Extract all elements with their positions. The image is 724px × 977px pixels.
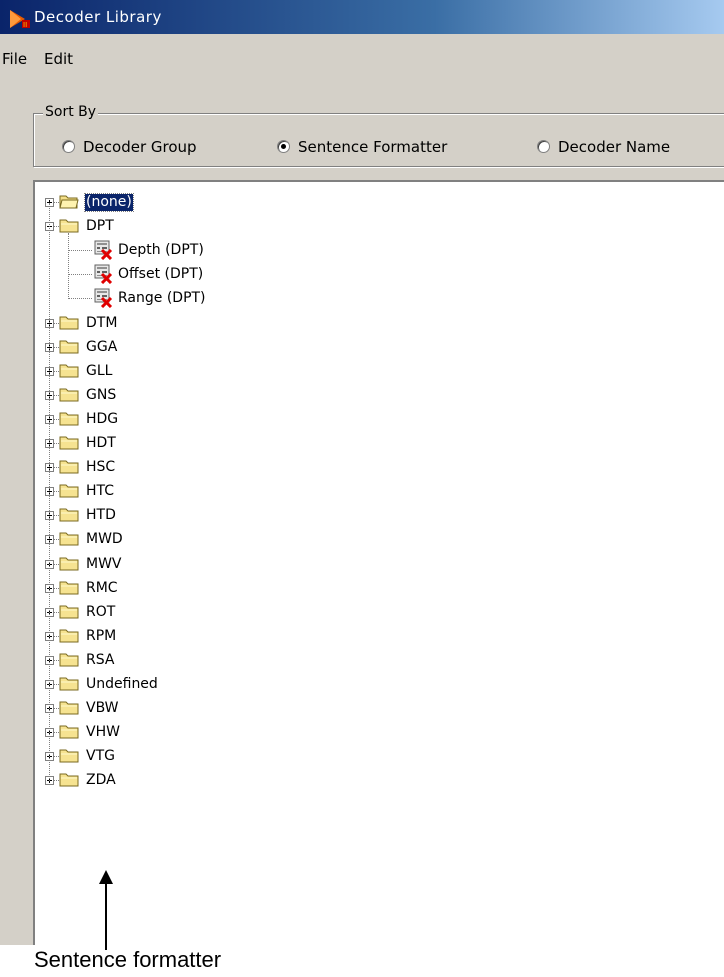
tree-item-label: Undefined: [86, 676, 158, 692]
folder-icon: [59, 581, 79, 595]
tree-item-label: HTC: [86, 483, 115, 499]
tree-item-label: VBW: [86, 700, 119, 716]
tree-item-label: MWD: [86, 531, 123, 547]
tree-folder-item[interactable]: HSC: [35, 456, 724, 480]
tree-folder-item[interactable]: RSA: [35, 649, 724, 673]
tree-item-label: GNS: [86, 387, 117, 403]
menu-edit[interactable]: Edit: [42, 50, 75, 68]
folder-icon: [59, 412, 79, 426]
tree-item-label: HTD: [86, 507, 116, 523]
tree-folder-item[interactable]: GLL: [35, 360, 724, 384]
tree-connector: [68, 274, 92, 275]
tree-item-label: ROT: [86, 604, 116, 620]
tree-decoder-item[interactable]: Depth (DPT): [35, 239, 724, 263]
folder-icon: [59, 436, 79, 450]
folder-icon: [59, 677, 79, 691]
tree-item-label: (none): [84, 193, 134, 212]
decoder-error-icon: [94, 288, 113, 308]
tree-decoder-item[interactable]: Offset (DPT): [35, 263, 724, 287]
folder-icon: [59, 725, 79, 739]
tree-item-label: HDG: [86, 411, 119, 427]
tree-folder-item[interactable]: Undefined: [35, 673, 724, 697]
sort-by-legend: Sort By: [43, 104, 99, 121]
tree-item-label: ZDA: [86, 772, 116, 788]
radio-sentence-formatter-label: Sentence Formatter: [298, 138, 448, 156]
title-bar[interactable]: II Decoder Library: [0, 0, 724, 34]
tree-connector: [68, 298, 92, 299]
tree-folder-item[interactable]: VHW: [35, 721, 724, 745]
tree-root-connector: [49, 203, 50, 781]
tree-folder-item[interactable]: MWD: [35, 528, 724, 552]
tree-item-label: DPT: [86, 218, 114, 234]
tree-item-label: VHW: [86, 724, 120, 740]
decoder-error-icon: [94, 240, 113, 260]
tree-item-label: RPM: [86, 628, 117, 644]
tree-folder-item[interactable]: HDG: [35, 408, 724, 432]
folder-icon: [59, 629, 79, 643]
radio-circle: [62, 140, 75, 153]
tree-folder-item[interactable]: ZDA: [35, 769, 724, 793]
tree-item-label: Offset (DPT): [118, 266, 204, 282]
folder-icon: [59, 460, 79, 474]
tree-folder-item[interactable]: MWV: [35, 553, 724, 577]
folder-icon: [59, 508, 79, 522]
folder-icon: [59, 532, 79, 546]
tree-folder-item[interactable]: DTM: [35, 312, 724, 336]
tree-item-label: RMC: [86, 580, 118, 596]
radio-circle: [277, 140, 290, 153]
folder-icon: [59, 749, 79, 763]
tree-item-label: HDT: [86, 435, 116, 451]
folder-icon: [59, 557, 79, 571]
app-icon: II: [10, 10, 30, 29]
tree-child-connector: [68, 233, 69, 299]
folder-icon: [59, 653, 79, 667]
folder-icon: [59, 605, 79, 619]
radio-decoder-name-label: Decoder Name: [558, 138, 671, 156]
tree-item-label: HSC: [86, 459, 116, 475]
svg-text:II: II: [23, 21, 27, 29]
tree-folder-item[interactable]: HDT: [35, 432, 724, 456]
folder-icon: [59, 773, 79, 787]
radio-circle: [537, 140, 550, 153]
tree-item-label: VTG: [86, 748, 115, 764]
decoder-error-icon: [94, 264, 113, 284]
folder-open-icon: [59, 195, 79, 209]
radio-checked-dot: [281, 144, 286, 149]
folder-icon: [59, 364, 79, 378]
tree-item-label: Range (DPT): [118, 290, 206, 306]
tree-folder-item[interactable]: RPM: [35, 625, 724, 649]
annotation-arrow: [99, 870, 113, 950]
radio-decoder-group-label: Decoder Group: [83, 138, 197, 156]
decoder-library-window: II Decoder Library File Edit Sort By Dec…: [0, 0, 724, 945]
folder-icon: [59, 316, 79, 330]
tree-folder-item[interactable]: (none): [35, 191, 724, 215]
tree-folder-item[interactable]: HTD: [35, 504, 724, 528]
tree-folder-item[interactable]: DPT: [35, 215, 724, 239]
tree-folder-item[interactable]: HTC: [35, 480, 724, 504]
decoder-tree[interactable]: (none) DPT Depth (DPT) Offset (DPT) Range (D…: [33, 180, 724, 945]
folder-icon: [59, 701, 79, 715]
window-title: Decoder Library: [34, 8, 162, 26]
tree-item-label: MWV: [86, 556, 122, 572]
tree-item-label: GGA: [86, 339, 118, 355]
folder-icon: [59, 219, 79, 233]
tree-folder-item[interactable]: VTG: [35, 745, 724, 769]
tree-folder-item[interactable]: GNS: [35, 384, 724, 408]
folder-icon: [59, 340, 79, 354]
folder-icon: [59, 484, 79, 498]
tree-folder-item[interactable]: RMC: [35, 577, 724, 601]
tree-folder-item[interactable]: ROT: [35, 601, 724, 625]
tree-folder-item[interactable]: VBW: [35, 697, 724, 721]
menu-bar: File Edit: [0, 34, 724, 68]
tree-item-label: Depth (DPT): [118, 242, 204, 258]
menu-file[interactable]: File: [0, 50, 29, 68]
tree-folder-item[interactable]: GGA: [35, 336, 724, 360]
tree-item-label: DTM: [86, 315, 118, 331]
tree-item-label: RSA: [86, 652, 115, 668]
tree-item-label: GLL: [86, 363, 113, 379]
folder-icon: [59, 388, 79, 402]
tree-connector: [68, 250, 92, 251]
tree-decoder-item[interactable]: Range (DPT): [35, 287, 724, 311]
annotation-caption: Sentence formatter: [34, 947, 222, 972]
